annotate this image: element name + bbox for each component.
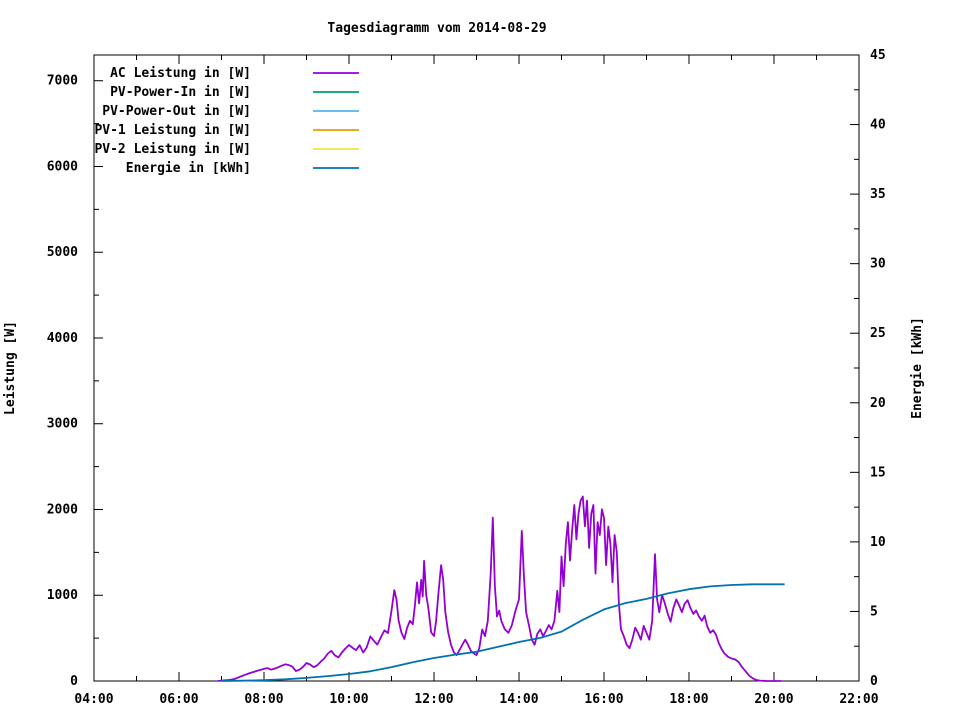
y2-tick-label: 40 [870,118,886,133]
y-tick-label: 4000 [47,331,78,346]
y-tick-label: 0 [70,674,78,689]
x-tick-label: 12:00 [414,692,453,707]
x-tick-label: 16:00 [584,692,623,707]
x-tick-label: 10:00 [329,692,368,707]
y2-tick-label: 20 [870,396,886,411]
y2-tick-label: 5 [870,604,878,619]
x-tick-label: 04:00 [74,692,113,707]
y-tick-label: 7000 [47,74,78,89]
y-axis-title: Leistung [W] [3,321,18,415]
legend-label-energie: Energie in [kWh] [126,161,251,176]
y-tick-label: 5000 [47,245,78,260]
chart-title: Tagesdiagramm vom 2014-08-29 [327,21,546,36]
x-tick-label: 18:00 [669,692,708,707]
legend-label-pv-power-in: PV-Power-In in [W] [110,85,251,100]
y2-axis-title: Energie [kWh] [910,317,925,419]
legend-label-pv2-leistung: PV-2 Leistung in [W] [94,142,251,157]
legend-label-ac-leistung: AC Leistung in [W] [110,66,251,81]
y-tick-label: 1000 [47,588,78,603]
y2-tick-label: 25 [870,326,886,341]
y2-tick-label: 0 [870,674,878,689]
x-tick-label: 08:00 [244,692,283,707]
x-tick-label: 06:00 [159,692,198,707]
x-tick-label: 14:00 [499,692,538,707]
chart-figure: Tagesdiagramm vom 2014-08-29 Leistung [W… [0,0,960,720]
legend-label-pv1-leistung: PV-1 Leistung in [W] [94,123,251,138]
chart-canvas: Tagesdiagramm vom 2014-08-29 Leistung [W… [3,21,925,707]
legend: AC Leistung in [W] PV-Power-In in [W] PV-P… [94,66,359,176]
x-tick-label: 22:00 [839,692,878,707]
y-tick-label: 3000 [47,417,78,432]
legend-label-pv-power-out: PV-Power-Out in [W] [102,104,251,119]
y2-tick-label: 10 [870,535,886,550]
y-tick-label: 6000 [47,159,78,174]
x-tick-label: 20:00 [754,692,793,707]
series-energie [221,583,785,682]
y2-tick-label: 35 [870,187,886,202]
y2-tick-label: 45 [870,48,886,63]
y2-tick-label: 15 [870,465,886,480]
y-tick-label: 2000 [47,502,78,517]
y2-tick-label: 30 [870,257,886,272]
